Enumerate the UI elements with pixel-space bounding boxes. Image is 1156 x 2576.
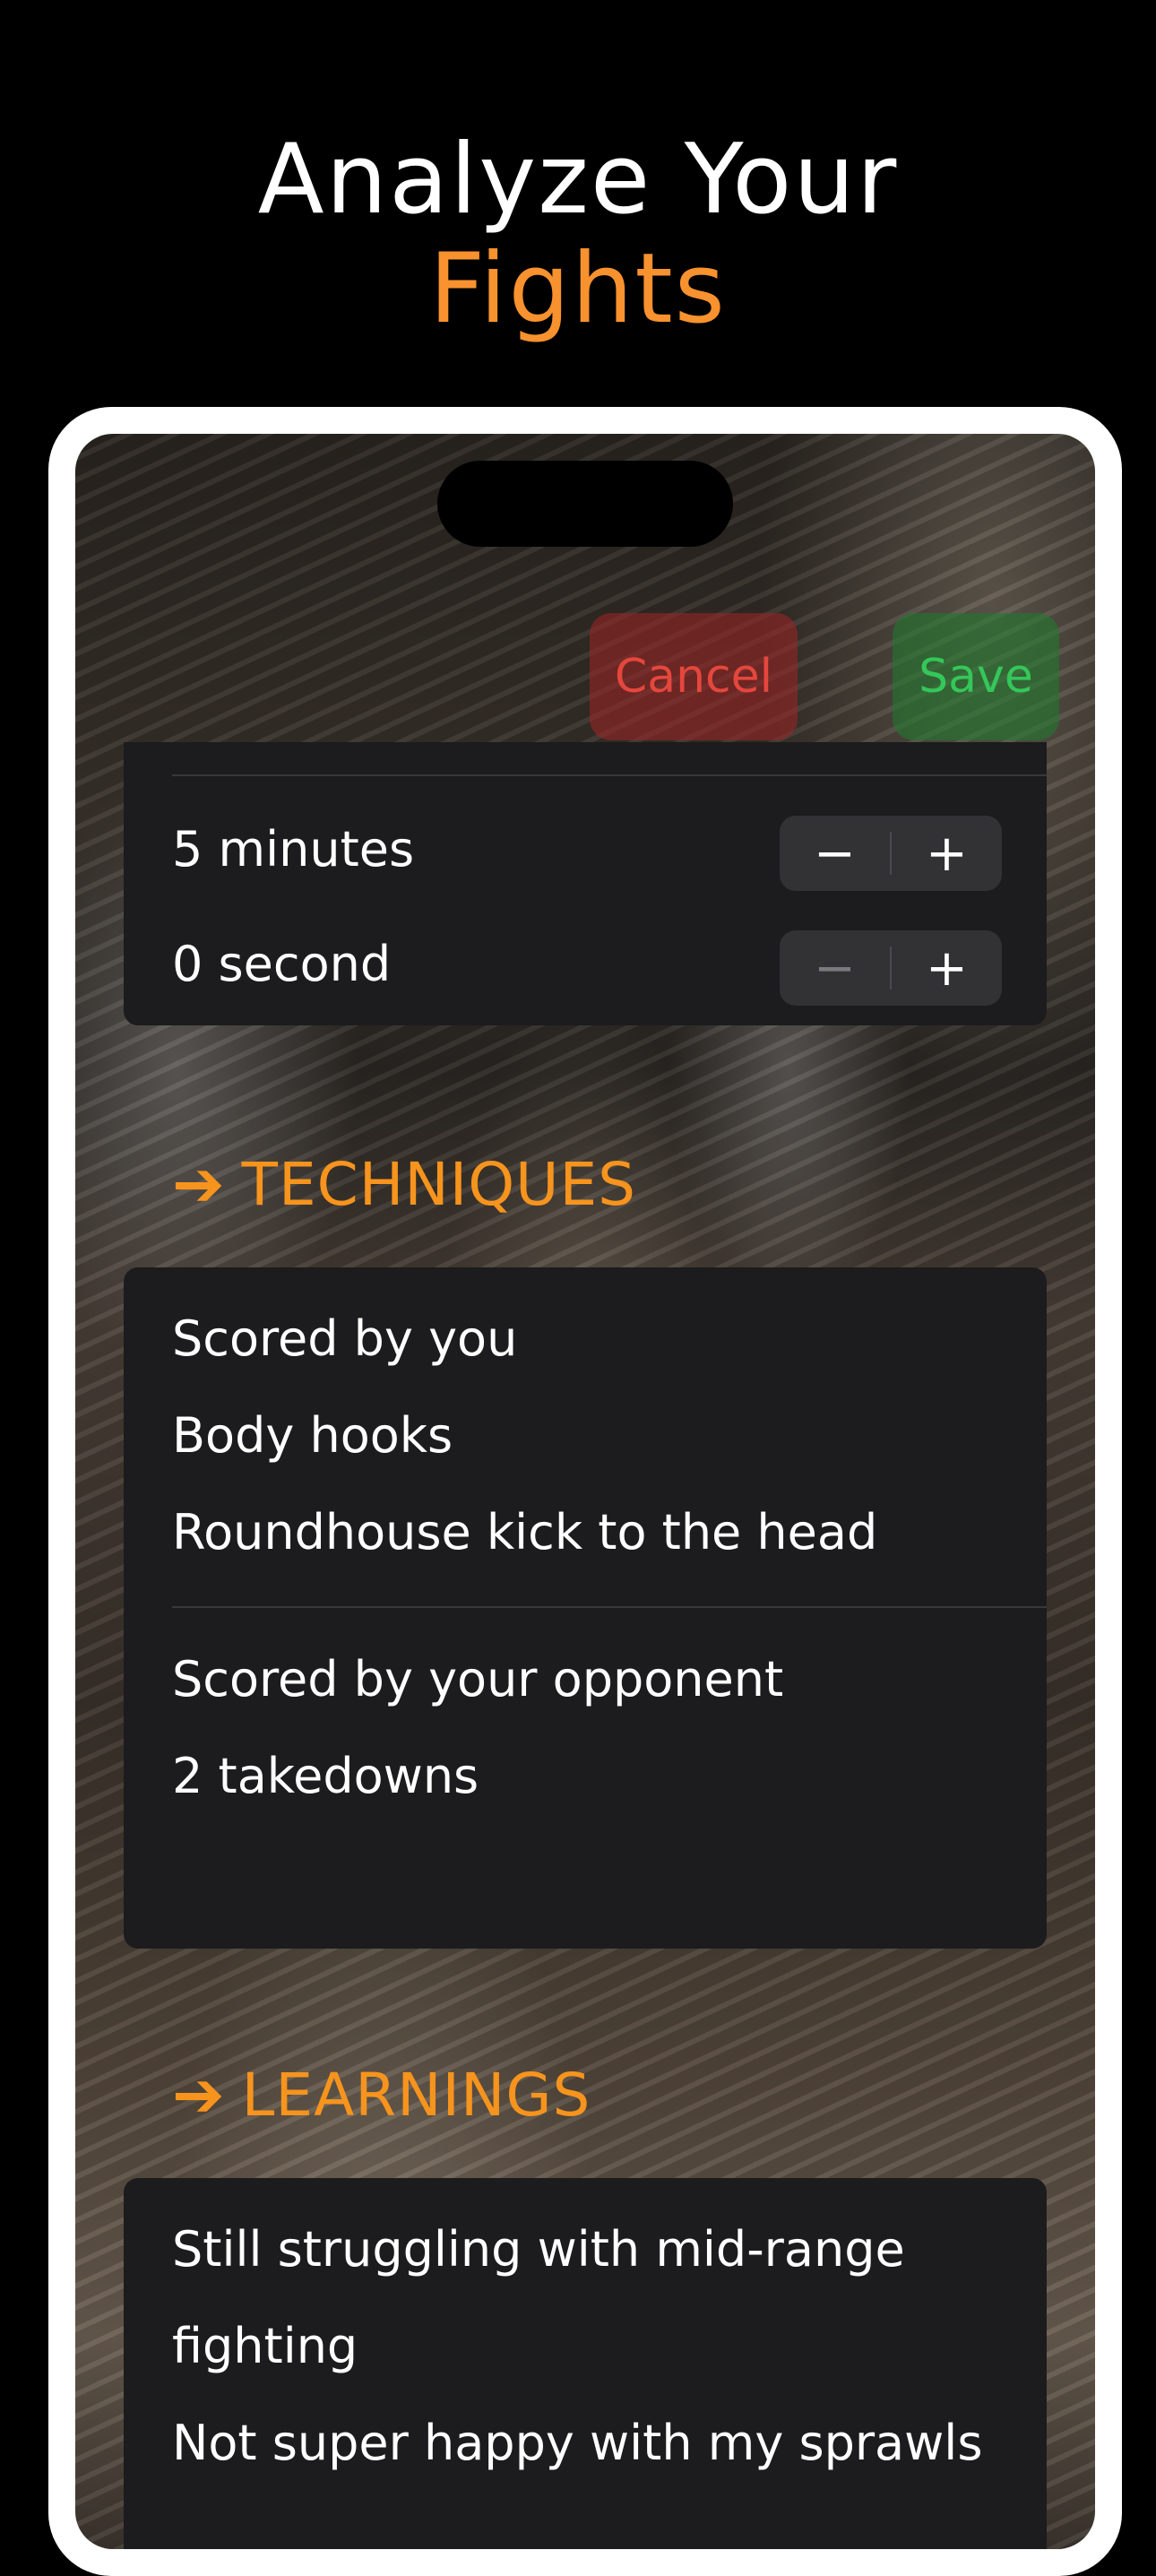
divider xyxy=(172,774,1047,776)
learnings-title: LEARNINGS xyxy=(241,2060,591,2130)
headline-line-2: Fights xyxy=(429,233,727,345)
scored-by-you-heading: Scored by you xyxy=(172,1310,518,1367)
learning-line: Still struggling with mid-range xyxy=(172,2221,905,2278)
techniques-card[interactable]: Scored by you Body hooks Roundhouse kick… xyxy=(124,1267,1047,1949)
seconds-label: 0 second xyxy=(172,936,392,992)
plus-icon[interactable]: + xyxy=(892,816,1002,891)
scored-by-opponent-heading: Scored by your opponent xyxy=(172,1651,784,1707)
cancel-button[interactable]: Cancel xyxy=(590,613,798,740)
learning-line: Not super happy with my sprawls xyxy=(172,2415,983,2471)
headline-line-1: Analyze Your xyxy=(257,124,899,236)
minus-icon[interactable]: − xyxy=(780,816,890,891)
learnings-card[interactable]: Still struggling with mid-range fighting… xyxy=(124,2178,1047,2549)
list-item: 2 takedowns xyxy=(172,1748,479,1804)
learnings-heading: ➔ LEARNINGS xyxy=(172,2058,591,2131)
dynamic-island xyxy=(437,461,733,547)
minus-icon[interactable]: − xyxy=(780,930,890,1006)
divider xyxy=(172,1606,1047,1608)
headline: Analyze Your Fights xyxy=(0,125,1156,344)
app-screen: Cancel Save 5 minutes − + 0 second − + ➔… xyxy=(75,434,1095,2549)
save-button[interactable]: Save xyxy=(893,613,1059,740)
arrow-right-icon: ➔ xyxy=(172,1147,226,1221)
list-item: Roundhouse kick to the head xyxy=(172,1504,878,1560)
minutes-stepper: − + xyxy=(780,816,1002,891)
techniques-title: TECHNIQUES xyxy=(241,1149,637,1219)
minutes-label: 5 minutes xyxy=(172,821,415,877)
seconds-stepper: − + xyxy=(780,930,1002,1006)
timer-card: 5 minutes − + 0 second − + xyxy=(124,742,1047,1025)
techniques-heading: ➔ TECHNIQUES xyxy=(172,1147,636,1221)
list-item: Body hooks xyxy=(172,1407,453,1464)
learning-line: fighting xyxy=(172,2318,358,2374)
arrow-right-icon: ➔ xyxy=(172,2058,226,2131)
plus-icon[interactable]: + xyxy=(892,930,1002,1006)
